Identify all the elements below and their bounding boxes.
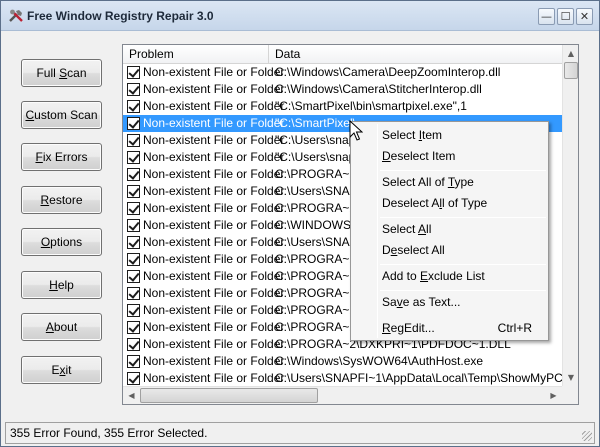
row-checkbox[interactable] <box>127 151 140 164</box>
row-checkbox[interactable] <box>127 134 140 147</box>
problem-cell: Non-existent File or Folder <box>143 150 285 164</box>
table-row[interactable]: Non-existent File or Folder "C:\SmartPixe… <box>123 98 562 115</box>
menu-gutter <box>377 124 378 338</box>
scrollbar-corner <box>562 386 578 404</box>
title-bar[interactable]: Free Window Registry Repair 3.0 — ☐ ✕ <box>1 1 599 31</box>
problem-cell: Non-existent File or Folder <box>143 286 285 300</box>
menu-separator <box>380 170 546 171</box>
maximize-button[interactable]: ☐ <box>557 8 574 25</box>
row-checkbox[interactable] <box>127 270 140 283</box>
problem-cell: Non-existent File or Folder <box>143 235 285 249</box>
full-scan-button[interactable]: Full Scan <box>21 59 102 87</box>
problem-cell: Non-existent File or Folder <box>143 65 285 79</box>
menu-separator <box>380 290 546 291</box>
problem-cell: Non-existent File or Folder <box>143 133 285 147</box>
row-checkbox[interactable] <box>127 168 140 181</box>
row-checkbox[interactable] <box>127 185 140 198</box>
problem-cell: Non-existent File or Folder <box>143 82 285 96</box>
row-checkbox[interactable] <box>127 219 140 232</box>
data-cell: "C:\SmartPixel\bin\smartpixel.exe",1 <box>275 99 467 113</box>
problem-cell: Non-existent File or Folder <box>143 354 285 368</box>
options-button[interactable]: Options <box>21 228 102 256</box>
tools-app-icon <box>9 9 23 22</box>
menu-separator <box>380 217 546 218</box>
restore-button[interactable]: Restore <box>21 186 102 214</box>
problem-cell: Non-existent File or Folder <box>143 371 285 385</box>
about-button[interactable]: About <box>21 313 102 341</box>
menu-item-deselect-item[interactable]: Deselect Item <box>382 146 546 167</box>
menu-item-regedit[interactable]: RegEdit... Ctrl+R <box>382 318 546 339</box>
row-checkbox[interactable] <box>127 83 140 96</box>
table-row[interactable]: Non-existent File or Folder C:\Windows\Sy… <box>123 353 562 370</box>
row-checkbox[interactable] <box>127 117 140 130</box>
scroll-right-icon[interactable]: ▶ <box>545 387 562 404</box>
resize-grip-icon[interactable] <box>582 431 592 441</box>
row-checkbox[interactable] <box>127 100 140 113</box>
vertical-scrollbar[interactable]: ▲ ▼ <box>562 45 578 386</box>
scroll-down-icon[interactable]: ▼ <box>563 369 578 386</box>
table-row[interactable]: Non-existent File or Folder C:\Windows\Ca… <box>123 81 562 98</box>
problem-cell: Non-existent File or Folder <box>143 218 285 232</box>
data-cell: C:\Users\SNAPFI~1\AppData\Local\Temp\Sho… <box>275 371 562 385</box>
row-checkbox[interactable] <box>127 355 140 368</box>
row-checkbox[interactable] <box>127 287 140 300</box>
data-cell: C:\Windows\SysWOW64\AuthHost.exe <box>275 354 484 368</box>
menu-item-select-item[interactable]: Select Item <box>382 125 546 146</box>
row-checkbox[interactable] <box>127 253 140 266</box>
status-bar: 355 Error Found, 355 Error Selected. <box>5 422 595 444</box>
help-button[interactable]: Help <box>21 271 102 299</box>
status-text: 355 Error Found, 355 Error Selected. <box>10 426 208 440</box>
menu-item-deselect-all[interactable]: Deselect All <box>382 240 546 261</box>
menu-shortcut: Ctrl+R <box>497 321 532 335</box>
column-header-data[interactable]: Data <box>269 45 562 64</box>
vertical-scroll-thumb[interactable] <box>564 62 578 79</box>
menu-item-add-to-exclude-list[interactable]: Add to Exclude List <box>382 266 546 287</box>
problem-cell: Non-existent File or Folder <box>143 252 285 266</box>
problem-cell: Non-existent File or Folder <box>143 337 285 351</box>
row-checkbox[interactable] <box>127 321 140 334</box>
menu-item-deselect-all-of-type[interactable]: Deselect All of Type <box>382 193 546 214</box>
main-window: Free Window Registry Repair 3.0 — ☐ ✕ Fu… <box>0 0 600 447</box>
problem-cell: Non-existent File or Folder <box>143 167 285 181</box>
problem-cell: Non-existent File or Folder <box>143 201 285 215</box>
problem-cell: Non-existent File or Folder <box>143 269 285 283</box>
problem-cell: Non-existent File or Folder <box>143 116 285 130</box>
menu-item-select-all-of-type[interactable]: Select All of Type <box>382 172 546 193</box>
menu-item-save-as-text[interactable]: Save as Text... <box>382 292 546 313</box>
fix-errors-button[interactable]: Fix Errors <box>21 143 102 171</box>
minimize-button[interactable]: — <box>538 8 555 25</box>
close-button[interactable]: ✕ <box>576 8 593 25</box>
exit-button[interactable]: Exit <box>21 356 102 384</box>
scroll-up-icon[interactable]: ▲ <box>563 45 578 62</box>
custom-scan-button[interactable]: Custom Scan <box>21 101 102 129</box>
problem-cell: Non-existent File or Folder <box>143 99 285 113</box>
scroll-left-icon[interactable]: ◀ <box>123 387 140 404</box>
row-checkbox[interactable] <box>127 236 140 249</box>
menu-separator <box>380 264 546 265</box>
row-checkbox[interactable] <box>127 202 140 215</box>
data-cell: C:\Windows\Camera\DeepZoomInterop.dll <box>275 65 501 79</box>
window-title: Free Window Registry Repair 3.0 <box>27 9 214 23</box>
problem-cell: Non-existent File or Folder <box>143 184 285 198</box>
horizontal-scrollbar[interactable]: ◀ ▶ <box>123 386 562 404</box>
row-checkbox[interactable] <box>127 372 140 385</box>
row-checkbox[interactable] <box>127 66 140 79</box>
list-header: Problem Data <box>123 45 562 64</box>
column-header-problem[interactable]: Problem <box>123 45 269 64</box>
context-menu: Select Item Deselect Item Select All of … <box>350 121 549 341</box>
problem-cell: Non-existent File or Folder <box>143 303 285 317</box>
data-cell: C:\Windows\Camera\StitcherInterop.dll <box>275 82 482 96</box>
horizontal-scroll-thumb[interactable] <box>140 388 318 403</box>
table-row[interactable]: Non-existent File or Folder C:\Users\SNAP… <box>123 370 562 386</box>
mouse-pointer-icon <box>349 120 363 141</box>
row-checkbox[interactable] <box>127 338 140 351</box>
table-row[interactable]: Non-existent File or Folder C:\Windows\Ca… <box>123 64 562 81</box>
menu-item-select-all[interactable]: Select All <box>382 219 546 240</box>
row-checkbox[interactable] <box>127 304 140 317</box>
problem-cell: Non-existent File or Folder <box>143 320 285 334</box>
